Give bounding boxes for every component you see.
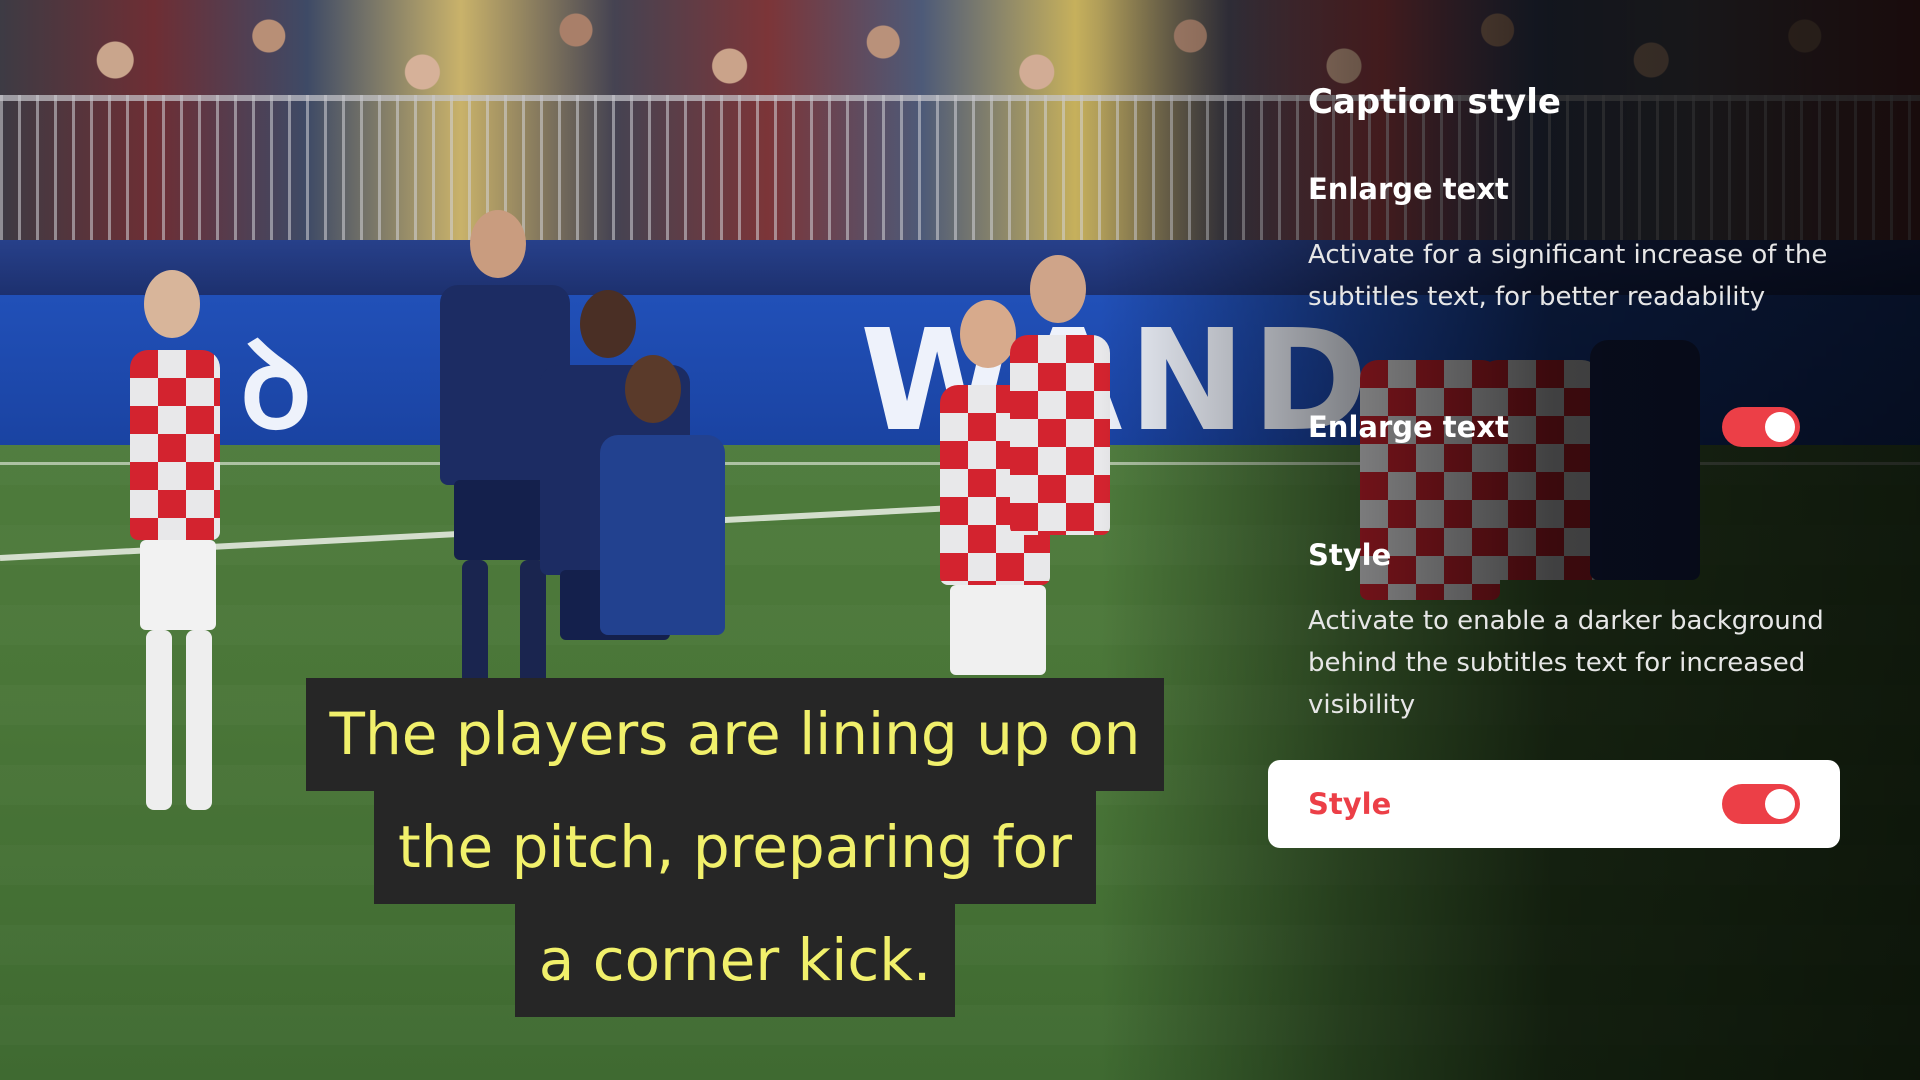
section-heading-style: Style [1308,538,1392,572]
subtitle-line: the pitch, preparing for [374,791,1096,904]
panel-title: Caption style [1308,82,1561,122]
enlarge-text-toggle-label: Enlarge text [1308,410,1509,444]
style-toggle-row[interactable]: Style [1268,760,1840,848]
subtitle-line: The players are lining up on [305,678,1165,791]
subtitle-line: a corner kick. [514,904,956,1017]
style-toggle-label: Style [1308,787,1392,821]
toggle-knob [1765,789,1795,819]
subtitles: The players are lining up on the pitch, … [0,678,1470,1017]
style-toggle[interactable] [1722,784,1800,824]
ad-board-logo: ꝺ [240,317,312,456]
enlarge-text-toggle-row[interactable]: Enlarge text [1268,383,1840,471]
section-description-style: Activate to enable a darker background b… [1308,606,1824,720]
toggle-knob [1765,412,1795,442]
section-description-enlarge-text: Activate for a significant increase of t… [1308,240,1828,312]
caption-style-panel: Caption style Enlarge text Activate for … [1268,0,1920,1080]
section-heading-enlarge-text: Enlarge text [1308,172,1509,206]
enlarge-text-toggle[interactable] [1722,407,1800,447]
